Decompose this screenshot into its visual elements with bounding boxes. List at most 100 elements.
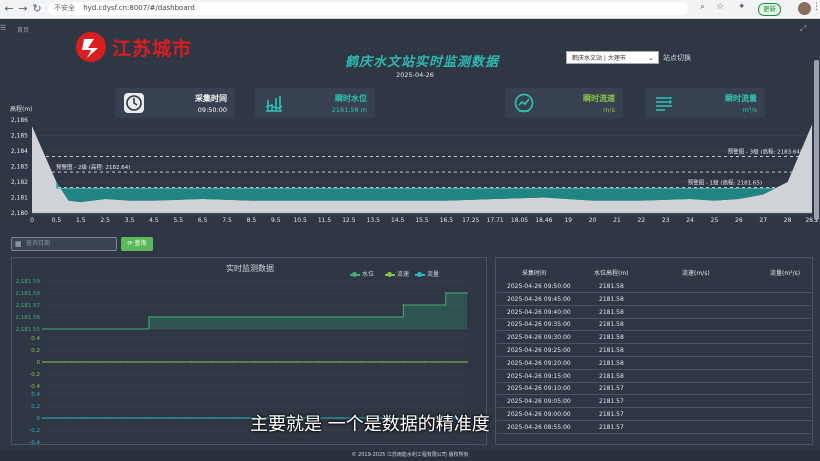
url-text: hyd.cdysf.cn:8007/#/dashboard [83,4,195,12]
water-level-point [233,316,235,318]
water-level-point [296,316,299,318]
flow-speed-point [63,361,65,363]
x-tick-label: 17.25 [462,217,479,224]
query-date-input[interactable]: ▦ 查询日期 [11,237,117,251]
cell-time: 2025-04-26 09:30:00 [507,334,571,342]
table-row: 2025-04-26 09:45:00 2181.58 [497,293,811,306]
query-button[interactable]: ⟳ 查询 [121,237,153,251]
y-tick-label: 2,181.56 [16,315,41,321]
flow-rate-point [84,417,87,419]
cell-time: 2025-04-26 09:10:00 [507,385,571,393]
chevron-down-icon: ⌄ [648,54,654,62]
flow-rate-point [148,417,150,419]
table-row: 2025-04-26 09:35:00 2181.58 [497,318,811,332]
logo-text: 江苏城市 [112,38,193,60]
table-row: 2025-04-26 09:40:00 2181.58 [497,306,811,319]
realtime-chart-title: 实时监测数据 [226,264,274,273]
water-level-point [275,316,278,318]
flow-speed-point [105,361,108,363]
water-level-point [360,316,362,318]
water-level-point [127,328,129,330]
flow-rate-point [42,417,44,419]
page-scrollbar[interactable] [814,60,819,220]
y-tick-label: 2,181.58 [16,291,41,297]
x-tick-label: 23 [662,217,670,224]
video-subtitle: 主要就是 一个是数据的精准度 [250,414,490,435]
x-tick-label: 5.5 [173,217,183,224]
cell-water-level: 2181.58 [599,321,624,329]
calendar-icon: ▦ [15,240,22,248]
x-tick-label: 1.5 [76,217,86,224]
flow-speed-point [423,361,426,363]
y-tick-label: 2,181 [11,195,28,202]
water-level-point [63,328,65,330]
water-level-point [402,304,405,306]
flow-speed-point [360,361,362,363]
flow-speed-point [233,361,235,363]
water-level-point [381,316,384,318]
threshold-annotation: 预警图 - 3级 (高程: 2183.64) [728,148,802,156]
column-header: 采集时间 [522,270,547,277]
x-tick-label: 10.5 [293,217,307,224]
flow-speed-point [148,361,150,363]
x-tick-label: 18.05 [511,217,528,224]
address-bar[interactable]: 不安全 hyd.cdysf.cn:8007/#/dashboard [48,2,688,15]
x-tick-label: 14.5 [391,217,405,224]
fullscreen-icon[interactable]: ⤢ [800,24,806,34]
profile-icon[interactable] [798,2,811,15]
water-level-point [105,328,108,330]
update-button[interactable]: 更新 [758,3,781,16]
x-tick-label: 2.5 [100,217,110,224]
threshold-annotation: 预警图 - 1级 (高程: 2181.65) [688,178,762,186]
back-icon[interactable]: ← [2,2,16,15]
cell-water-level: 2181.58 [599,347,624,354]
page-title: 鹤庆水文站实时监测数据 [344,55,499,70]
y-tick-label: 2,183 [11,164,28,171]
hamburger-icon[interactable]: ☰ [0,24,6,32]
y-tick-label: -0.2 [29,372,40,378]
y-tick-label: 2,180 [11,210,28,217]
water-level-point [190,316,193,318]
water-level-point [148,316,150,318]
column-header: 流速(m/s) [682,270,710,277]
flow-rate-point [233,417,235,419]
water-level-point [42,328,44,330]
cell-time: 2025-04-26 09:45:00 [507,295,571,303]
flow-rate-point [105,417,108,419]
logo-icon [76,32,106,62]
star-icon[interactable]: ☆ [716,2,724,12]
y-tick-label: 0.2 [31,348,40,354]
y-tick-label: -0.2 [29,428,40,434]
extensions-icon[interactable]: ✦ [738,2,746,12]
station-select[interactable]: 鹤庆水文站 | 大理市 ⌄ [566,51,659,64]
table-row: 2025-04-26 09:50:00 2181.58 [497,280,811,293]
table-row: 2025-04-26 09:25:00 2181.58 [497,344,811,357]
table-row: 2025-04-26 09:30:00 2181.58 [497,331,811,345]
x-tick-label: 28 [784,217,792,224]
x-tick-label: 20 [589,217,597,224]
water-level-point [254,316,256,318]
query-button-label: 查询 [134,240,147,247]
water-area [56,182,776,203]
flow-speed-point [127,361,129,363]
x-tick-label: 4.5 [149,217,159,224]
flow-speed-point [254,361,256,363]
x-tick-label: 16.5 [440,217,454,224]
x-tick-label: 3.5 [125,217,135,224]
y-tick-label: 0 [37,416,41,422]
zoom-icon[interactable]: ⌕ [700,2,705,12]
forward-icon[interactable]: → [16,2,30,15]
water-level-point [169,316,171,318]
flow-speed-point [190,361,193,363]
y-tick-label: 2,181.55 [16,327,41,333]
reload-icon[interactable]: ↻ [30,2,44,15]
y-tick-label: 2,181.57 [16,303,41,309]
x-tick-label: 19 [564,217,572,224]
not-secure-label: 不安全 [54,4,75,12]
y-tick-label: 2,185 [11,133,28,140]
breadcrumb[interactable]: 首页 [17,25,29,34]
water-level-point [466,292,468,294]
y-tick-label: 2,182 [11,179,28,186]
x-tick-label: 17.71 [487,217,504,224]
menu-icon[interactable]: ⋮ [812,2,820,12]
